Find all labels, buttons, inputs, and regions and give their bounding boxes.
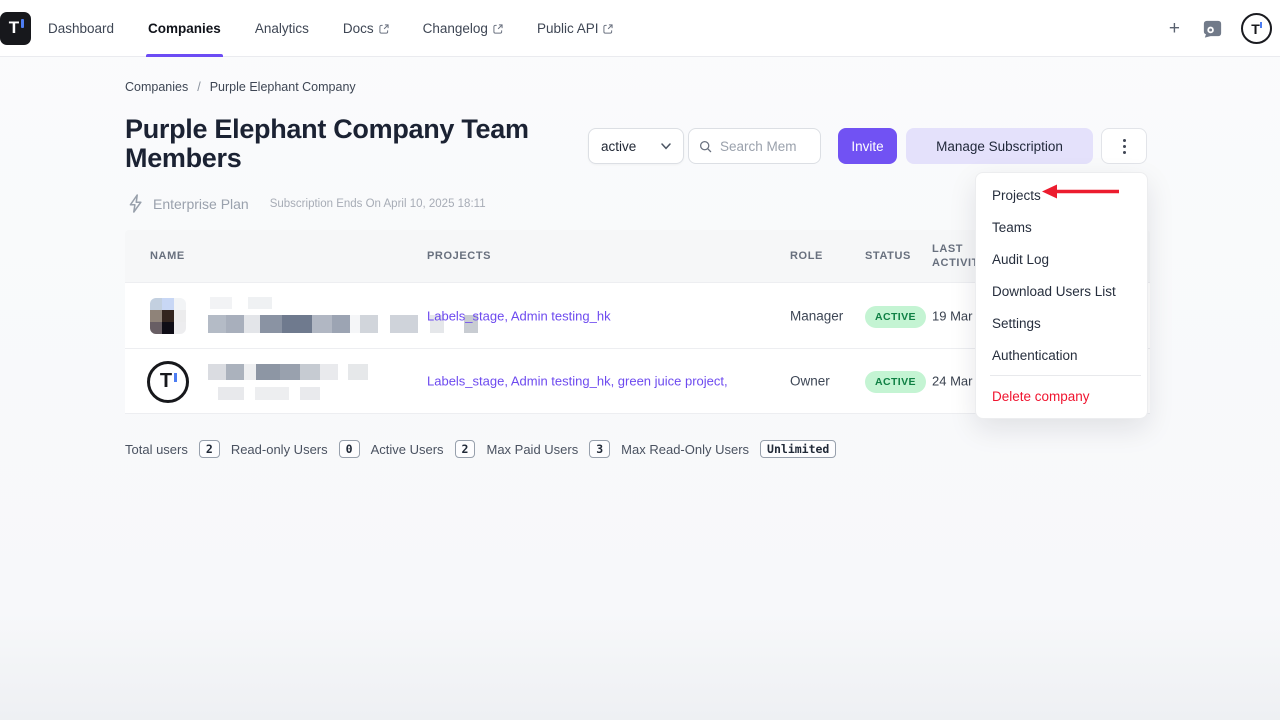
menu-item-download-users-list[interactable]: Download Users List <box>976 275 1147 307</box>
add-button[interactable]: + <box>1165 17 1184 40</box>
breadcrumb-companies[interactable]: Companies <box>125 80 188 94</box>
menu-divider <box>990 375 1141 376</box>
nav-item-analytics[interactable]: Analytics <box>255 0 309 57</box>
search-box <box>688 128 821 164</box>
main-nav: Dashboard Companies Analytics Docs Chang… <box>48 0 613 57</box>
annotation-arrow-icon <box>1042 184 1122 199</box>
stat-label: Active Users <box>371 442 444 457</box>
stat-value: 2 <box>455 440 476 458</box>
col-projects: PROJECTS <box>427 250 491 262</box>
menu-item-settings[interactable]: Settings <box>976 307 1147 339</box>
menu-item-audit-log[interactable]: Audit Log <box>976 243 1147 275</box>
external-link-icon <box>379 24 389 34</box>
redacted-avatar <box>150 298 186 334</box>
more-actions-button[interactable] <box>1101 128 1147 164</box>
last-activity-value: 19 Mar <box>932 308 972 323</box>
user-stats: Total users 2 Read-only Users 0 Active U… <box>125 440 836 458</box>
stat-value: 3 <box>589 440 610 458</box>
role-value: Manager <box>790 308 843 323</box>
projects-links[interactable]: Labels_stage, Admin testing_hk, green ju… <box>427 374 728 389</box>
stat-label: Max Paid Users <box>486 442 578 457</box>
member-avatar-logo: T <box>147 361 189 403</box>
nav-item-docs[interactable]: Docs <box>343 0 389 57</box>
col-status: STATUS <box>865 250 911 262</box>
breadcrumb: Companies / Purple Elephant Company <box>125 80 356 94</box>
avatar-logo-letter: T <box>1251 21 1260 37</box>
nav-item-companies[interactable]: Companies <box>148 0 221 57</box>
app-logo[interactable]: T <box>0 12 31 45</box>
stat-label: Max Read-Only Users <box>621 442 749 457</box>
nav-right-cluster: + T <box>1165 0 1272 57</box>
logo-tick-icon <box>21 19 24 28</box>
chevron-down-icon <box>661 143 671 150</box>
col-role: ROLE <box>790 250 823 262</box>
breadcrumb-separator: / <box>197 80 200 94</box>
status-filter-value: active <box>601 139 636 154</box>
stat-value: 0 <box>339 440 360 458</box>
stat-value: 2 <box>199 440 220 458</box>
stat-label: Total users <box>125 442 188 457</box>
avatar-logo-tick-icon <box>174 373 177 382</box>
manage-subscription-button[interactable]: Manage Subscription <box>906 128 1093 164</box>
col-name: NAME <box>150 250 185 262</box>
status-badge: ACTIVE <box>865 306 926 328</box>
search-input[interactable] <box>720 139 810 154</box>
menu-item-authentication[interactable]: Authentication <box>976 339 1147 371</box>
projects-links[interactable]: Labels_stage, Admin testing_hk <box>427 308 611 323</box>
logo-letter: T <box>9 18 18 38</box>
kebab-icon <box>1123 139 1126 142</box>
stat-value: Unlimited <box>760 440 836 458</box>
role-value: Owner <box>790 374 830 389</box>
stat-label: Read-only Users <box>231 442 328 457</box>
search-icon <box>699 139 712 154</box>
lightning-icon <box>127 194 144 213</box>
redacted-name <box>208 364 368 400</box>
menu-item-teams[interactable]: Teams <box>976 211 1147 243</box>
subscription-note: Subscription Ends On April 10, 2025 18:1… <box>270 198 486 210</box>
last-activity-value: 24 Mar <box>932 374 972 389</box>
avatar-logo-tick-icon <box>1260 22 1262 28</box>
support-search-icon[interactable] <box>1201 17 1224 40</box>
nav-item-dashboard[interactable]: Dashboard <box>48 0 114 57</box>
invite-button[interactable]: Invite <box>838 128 897 164</box>
plan-row: Enterprise Plan Subscription Ends On Apr… <box>127 194 486 213</box>
nav-item-changelog[interactable]: Changelog <box>423 0 503 57</box>
status-badge: ACTIVE <box>865 371 926 393</box>
menu-item-delete-company[interactable]: Delete company <box>976 380 1147 412</box>
plan-name: Enterprise Plan <box>153 196 249 212</box>
external-link-icon <box>493 24 503 34</box>
company-actions-menu: Projects Teams Audit Log Download Users … <box>975 172 1148 419</box>
status-filter-select[interactable]: active <box>588 128 684 164</box>
external-link-icon <box>603 24 613 34</box>
user-avatar[interactable]: T <box>1241 13 1272 44</box>
top-nav: T Dashboard Companies Analytics Docs Cha… <box>0 0 1280 57</box>
page-title: Purple Elephant Company Team Members <box>125 115 565 173</box>
nav-item-public-api[interactable]: Public API <box>537 0 614 57</box>
breadcrumb-current: Purple Elephant Company <box>210 80 356 94</box>
